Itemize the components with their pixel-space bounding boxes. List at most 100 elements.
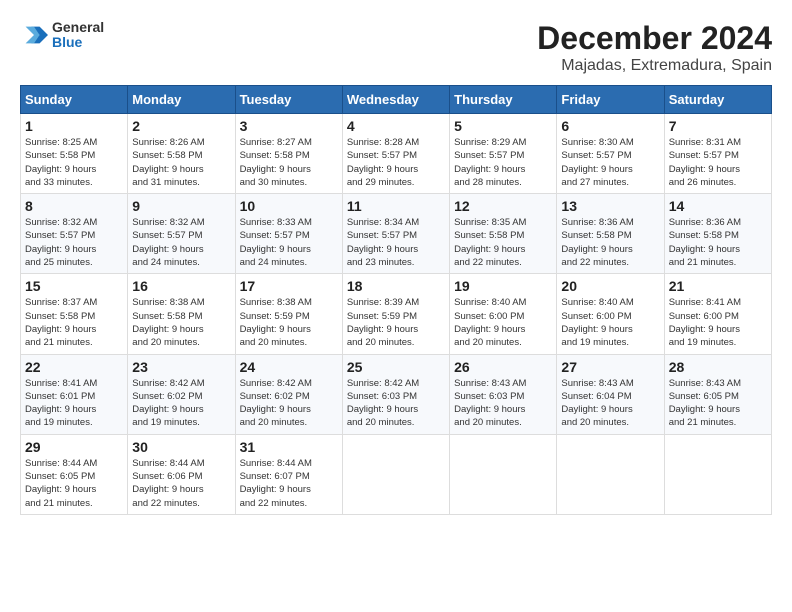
day-cell-11: 11 Sunrise: 8:34 AM Sunset: 5:57 PM Dayli… — [342, 194, 449, 274]
day-number: 3 — [240, 118, 338, 134]
day-number: 7 — [669, 118, 767, 134]
calendar-body: 1 Sunrise: 8:25 AM Sunset: 5:58 PM Daylig… — [21, 114, 772, 515]
day-cell-24: 24 Sunrise: 8:42 AM Sunset: 6:02 PM Dayli… — [235, 354, 342, 434]
day-number: 28 — [669, 359, 767, 375]
calendar-header: SundayMondayTuesdayWednesdayThursdayFrid… — [21, 86, 772, 114]
day-info: Sunrise: 8:32 AM Sunset: 5:57 PM Dayligh… — [132, 216, 230, 269]
day-cell-20: 20 Sunrise: 8:40 AM Sunset: 6:00 PM Dayli… — [557, 274, 664, 354]
day-info: Sunrise: 8:35 AM Sunset: 5:58 PM Dayligh… — [454, 216, 552, 269]
day-number: 9 — [132, 198, 230, 214]
day-info: Sunrise: 8:41 AM Sunset: 6:01 PM Dayligh… — [25, 377, 123, 430]
day-cell-13: 13Sunrise: 8:36 AM Sunset: 5:58 PM Dayli… — [557, 194, 664, 274]
day-number: 27 — [561, 359, 659, 375]
day-info: Sunrise: 8:39 AM Sunset: 5:59 PM Dayligh… — [347, 296, 445, 349]
day-info: Sunrise: 8:43 AM Sunset: 6:03 PM Dayligh… — [454, 377, 552, 430]
day-cell-15: 15Sunrise: 8:37 AM Sunset: 5:58 PM Dayli… — [21, 274, 128, 354]
day-cell-25: 25Sunrise: 8:42 AM Sunset: 6:03 PM Dayli… — [342, 354, 449, 434]
day-cell-7: 7Sunrise: 8:31 AM Sunset: 5:57 PM Daylig… — [664, 114, 771, 194]
day-cell-12: 12 Sunrise: 8:35 AM Sunset: 5:58 PM Dayli… — [450, 194, 557, 274]
day-number: 1 — [25, 118, 123, 134]
header-wednesday: Wednesday — [342, 86, 449, 114]
day-cell-29: 29Sunrise: 8:44 AM Sunset: 6:05 PM Dayli… — [21, 434, 128, 514]
day-info: Sunrise: 8:32 AM Sunset: 5:57 PM Dayligh… — [25, 216, 123, 269]
day-cell-8: 8Sunrise: 8:32 AM Sunset: 5:57 PM Daylig… — [21, 194, 128, 274]
header-tuesday: Tuesday — [235, 86, 342, 114]
day-cell-18: 18 Sunrise: 8:39 AM Sunset: 5:59 PM Dayli… — [342, 274, 449, 354]
day-number: 23 — [132, 359, 230, 375]
day-number: 31 — [240, 439, 338, 455]
day-cell-26: 26Sunrise: 8:43 AM Sunset: 6:03 PM Dayli… — [450, 354, 557, 434]
logo: General Blue — [20, 20, 104, 51]
day-info: Sunrise: 8:34 AM Sunset: 5:57 PM Dayligh… — [347, 216, 445, 269]
logo-icon — [20, 21, 48, 49]
day-info: Sunrise: 8:43 AM Sunset: 6:05 PM Dayligh… — [669, 377, 767, 430]
day-number: 5 — [454, 118, 552, 134]
day-cell-22: 22 Sunrise: 8:41 AM Sunset: 6:01 PM Dayli… — [21, 354, 128, 434]
day-cell-14: 14 Sunrise: 8:36 AM Sunset: 5:58 PM Dayli… — [664, 194, 771, 274]
day-cell-19: 19 Sunrise: 8:40 AM Sunset: 6:00 PM Dayli… — [450, 274, 557, 354]
page-header: General Blue December 2024 Majadas, Extr… — [20, 20, 772, 75]
day-number: 22 — [25, 359, 123, 375]
header-friday: Friday — [557, 86, 664, 114]
day-info: Sunrise: 8:27 AM Sunset: 5:58 PM Dayligh… — [240, 136, 338, 189]
day-cell-16: 16Sunrise: 8:38 AM Sunset: 5:58 PM Dayli… — [128, 274, 235, 354]
day-number: 2 — [132, 118, 230, 134]
empty-cell — [557, 434, 664, 514]
day-cell-28: 28 Sunrise: 8:43 AM Sunset: 6:05 PM Dayli… — [664, 354, 771, 434]
day-number: 17 — [240, 278, 338, 294]
header-row: SundayMondayTuesdayWednesdayThursdayFrid… — [21, 86, 772, 114]
day-number: 12 — [454, 198, 552, 214]
day-info: Sunrise: 8:41 AM Sunset: 6:00 PM Dayligh… — [669, 296, 767, 349]
logo-text: General Blue — [52, 20, 104, 51]
day-info: Sunrise: 8:42 AM Sunset: 6:02 PM Dayligh… — [240, 377, 338, 430]
day-cell-5: 5 Sunrise: 8:29 AM Sunset: 5:57 PM Daylig… — [450, 114, 557, 194]
day-info: Sunrise: 8:29 AM Sunset: 5:57 PM Dayligh… — [454, 136, 552, 189]
day-info: Sunrise: 8:36 AM Sunset: 5:58 PM Dayligh… — [669, 216, 767, 269]
calendar-title: December 2024 — [537, 20, 772, 57]
day-cell-9: 9 Sunrise: 8:32 AM Sunset: 5:57 PM Daylig… — [128, 194, 235, 274]
day-info: Sunrise: 8:37 AM Sunset: 5:58 PM Dayligh… — [25, 296, 123, 349]
calendar-table: SundayMondayTuesdayWednesdayThursdayFrid… — [20, 85, 772, 515]
day-cell-21: 21 Sunrise: 8:41 AM Sunset: 6:00 PM Dayli… — [664, 274, 771, 354]
day-info: Sunrise: 8:40 AM Sunset: 6:00 PM Dayligh… — [561, 296, 659, 349]
day-info: Sunrise: 8:42 AM Sunset: 6:03 PM Dayligh… — [347, 377, 445, 430]
day-info: Sunrise: 8:25 AM Sunset: 5:58 PM Dayligh… — [25, 136, 123, 189]
week-row-4: 22 Sunrise: 8:41 AM Sunset: 6:01 PM Dayli… — [21, 354, 772, 434]
day-cell-4: 4Sunrise: 8:28 AM Sunset: 5:57 PM Daylig… — [342, 114, 449, 194]
day-number: 11 — [347, 198, 445, 214]
empty-cell — [342, 434, 449, 514]
header-monday: Monday — [128, 86, 235, 114]
day-number: 24 — [240, 359, 338, 375]
day-number: 19 — [454, 278, 552, 294]
week-row-2: 8Sunrise: 8:32 AM Sunset: 5:57 PM Daylig… — [21, 194, 772, 274]
day-cell-17: 17 Sunrise: 8:38 AM Sunset: 5:59 PM Dayli… — [235, 274, 342, 354]
header-thursday: Thursday — [450, 86, 557, 114]
day-info: Sunrise: 8:43 AM Sunset: 6:04 PM Dayligh… — [561, 377, 659, 430]
day-number: 21 — [669, 278, 767, 294]
day-number: 14 — [669, 198, 767, 214]
day-info: Sunrise: 8:40 AM Sunset: 6:00 PM Dayligh… — [454, 296, 552, 349]
day-cell-10: 10Sunrise: 8:33 AM Sunset: 5:57 PM Dayli… — [235, 194, 342, 274]
day-info: Sunrise: 8:42 AM Sunset: 6:02 PM Dayligh… — [132, 377, 230, 430]
day-cell-3: 3 Sunrise: 8:27 AM Sunset: 5:58 PM Daylig… — [235, 114, 342, 194]
day-number: 18 — [347, 278, 445, 294]
day-cell-1: 1 Sunrise: 8:25 AM Sunset: 5:58 PM Daylig… — [21, 114, 128, 194]
empty-cell — [664, 434, 771, 514]
day-info: Sunrise: 8:30 AM Sunset: 5:57 PM Dayligh… — [561, 136, 659, 189]
calendar-subtitle: Majadas, Extremadura, Spain — [537, 57, 772, 75]
logo-line2: Blue — [52, 35, 104, 50]
day-info: Sunrise: 8:44 AM Sunset: 6:06 PM Dayligh… — [132, 457, 230, 510]
day-number: 20 — [561, 278, 659, 294]
day-info: Sunrise: 8:26 AM Sunset: 5:58 PM Dayligh… — [132, 136, 230, 189]
day-number: 10 — [240, 198, 338, 214]
day-number: 16 — [132, 278, 230, 294]
day-info: Sunrise: 8:38 AM Sunset: 5:59 PM Dayligh… — [240, 296, 338, 349]
day-number: 30 — [132, 439, 230, 455]
day-cell-2: 2 Sunrise: 8:26 AM Sunset: 5:58 PM Daylig… — [128, 114, 235, 194]
day-cell-6: 6Sunrise: 8:30 AM Sunset: 5:57 PM Daylig… — [557, 114, 664, 194]
day-number: 29 — [25, 439, 123, 455]
header-saturday: Saturday — [664, 86, 771, 114]
day-info: Sunrise: 8:28 AM Sunset: 5:57 PM Dayligh… — [347, 136, 445, 189]
day-cell-23: 23 Sunrise: 8:42 AM Sunset: 6:02 PM Dayli… — [128, 354, 235, 434]
week-row-3: 15Sunrise: 8:37 AM Sunset: 5:58 PM Dayli… — [21, 274, 772, 354]
